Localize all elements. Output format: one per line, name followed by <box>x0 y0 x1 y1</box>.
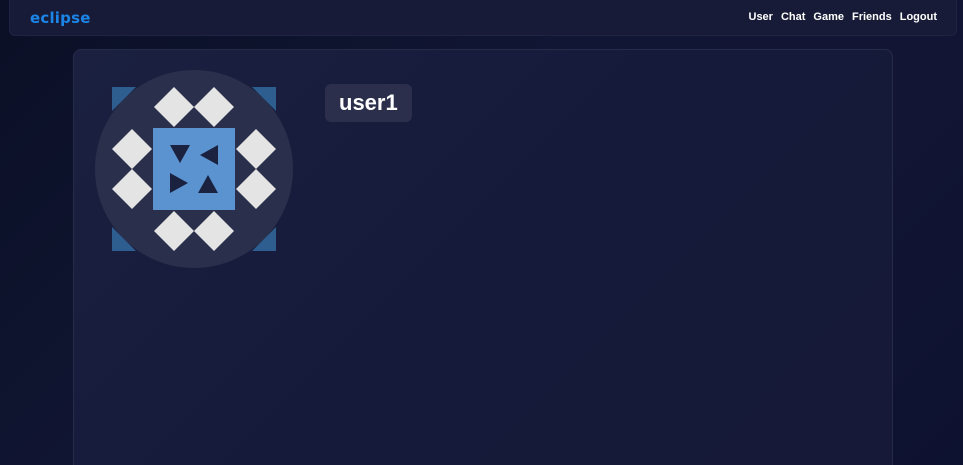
nav-link-friends[interactable]: Friends <box>852 11 892 23</box>
avatar-diamond <box>236 129 276 169</box>
avatar-diamond <box>154 87 194 127</box>
nav-link-chat[interactable]: Chat <box>781 11 805 23</box>
identicon-avatar-icon <box>112 87 276 251</box>
avatar-diamond <box>194 87 234 127</box>
nav-links: User Chat Game Friends Logout <box>741 11 938 23</box>
avatar-corner-br <box>252 227 276 251</box>
avatar-corner-bl <box>112 227 136 251</box>
avatar[interactable] <box>95 70 293 268</box>
nav-link-game[interactable]: Game <box>813 11 844 23</box>
avatar-center-square <box>153 128 235 210</box>
username-badge: user1 <box>325 84 412 122</box>
avatar-corner-tl <box>112 87 136 111</box>
avatar-diamond <box>236 169 276 209</box>
nav-link-user[interactable]: User <box>749 11 773 23</box>
nav-link-logout[interactable]: Logout <box>900 11 937 23</box>
avatar-diamond <box>154 211 194 251</box>
profile-card: user1 <box>73 49 893 465</box>
avatar-diamond <box>112 169 152 209</box>
top-navbar: eclipse User Chat Game Friends Logout <box>9 0 957 36</box>
avatar-diamond <box>194 211 234 251</box>
avatar-corner-tr <box>252 87 276 111</box>
avatar-diamond <box>112 129 152 169</box>
brand-logo-link[interactable]: eclipse <box>30 9 91 27</box>
